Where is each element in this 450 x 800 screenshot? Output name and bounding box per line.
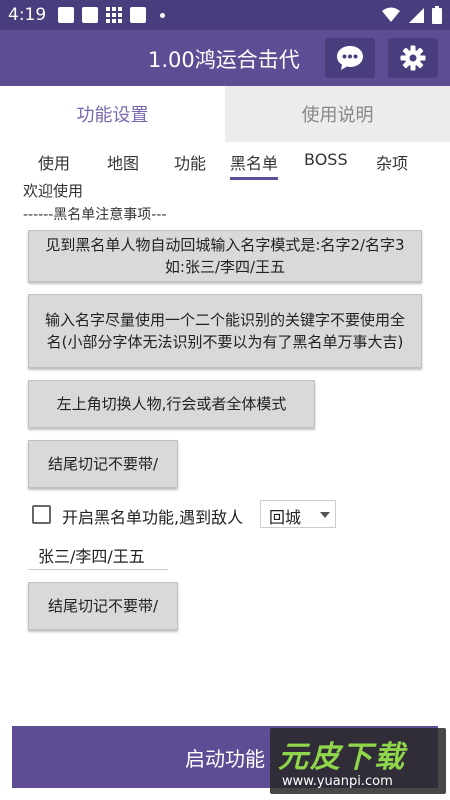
enemy-action-value: 回城 [269, 508, 302, 527]
watermark-url: www.yuanpi.com [282, 774, 393, 789]
blacklist-mode-info-button[interactable]: 见到黑名单人物自动回城输入名字模式是:名字2/名字3如:张三/李四/王五 [28, 230, 422, 282]
tab-function-settings[interactable]: 功能设置 [0, 86, 225, 142]
enable-blacklist-label: 开启黑名单功能,遇到敌人 [62, 508, 244, 527]
sub-tab-map[interactable]: 地图 [107, 150, 139, 174]
wifi-icon [382, 7, 400, 22]
notification-square-icon-3 [130, 7, 146, 23]
app-title: 1.00鸿运合击代 [148, 48, 300, 72]
app-bar: 1.00鸿运合击代 [0, 30, 450, 86]
sub-tab-blacklist[interactable]: 黑名单 [230, 150, 279, 180]
battery-icon [432, 6, 442, 24]
status-bar: 4:19 [0, 0, 450, 30]
tab-usage-instructions[interactable]: 使用说明 [225, 86, 450, 142]
settings-button[interactable] [388, 38, 438, 78]
switch-mode-info-button[interactable]: 左上角切换人物,行会或者全体模式 [28, 380, 315, 428]
blacklist-names-input[interactable] [28, 540, 168, 570]
notification-square-icon-2 [82, 7, 98, 23]
system-icons [382, 6, 442, 24]
notification-square-icon [58, 7, 74, 23]
sub-tab-function[interactable]: 功能 [174, 150, 206, 174]
chat-button[interactable] [325, 38, 375, 78]
main-tabs: 功能设置 使用说明 [0, 86, 450, 142]
chat-icon [337, 46, 363, 70]
enable-blacklist-checkbox[interactable] [32, 505, 51, 524]
watermark-title: 元皮下载 [278, 740, 406, 775]
signal-icon [409, 8, 424, 23]
notification-icons [58, 7, 165, 23]
no-slash-info-button-1[interactable]: 结尾切记不要带/ [28, 440, 178, 488]
sub-tab-misc[interactable]: 杂项 [376, 150, 408, 174]
start-function-label: 启动功能 [185, 746, 265, 771]
dropdown-arrow-icon [320, 512, 330, 518]
sub-tab-usage[interactable]: 使用 [38, 150, 70, 174]
no-slash-info-button-2[interactable]: 结尾切记不要带/ [28, 582, 178, 630]
more-notifications-dot-icon [160, 12, 165, 18]
keyword-info-button[interactable]: 输入名字尽量使用一个二个能识别的关键字不要使用全名(小部分字体无法识别不要以为有… [28, 294, 422, 368]
sub-tab-boss[interactable]: BOSS [304, 150, 348, 169]
blacklist-notice-header: ------黑名单注意事项--- [23, 207, 167, 223]
app-grid-icon [106, 7, 122, 23]
welcome-text: 欢迎使用 [23, 182, 84, 200]
gear-icon [400, 45, 426, 71]
sub-tabs: 使用 地图 功能 黑名单 BOSS 杂项 [0, 146, 450, 180]
enemy-action-select[interactable]: 回城 [260, 500, 336, 528]
watermark-logo: 元皮下载 www.yuanpi.com [270, 728, 446, 794]
status-time: 4:19 [8, 5, 47, 25]
